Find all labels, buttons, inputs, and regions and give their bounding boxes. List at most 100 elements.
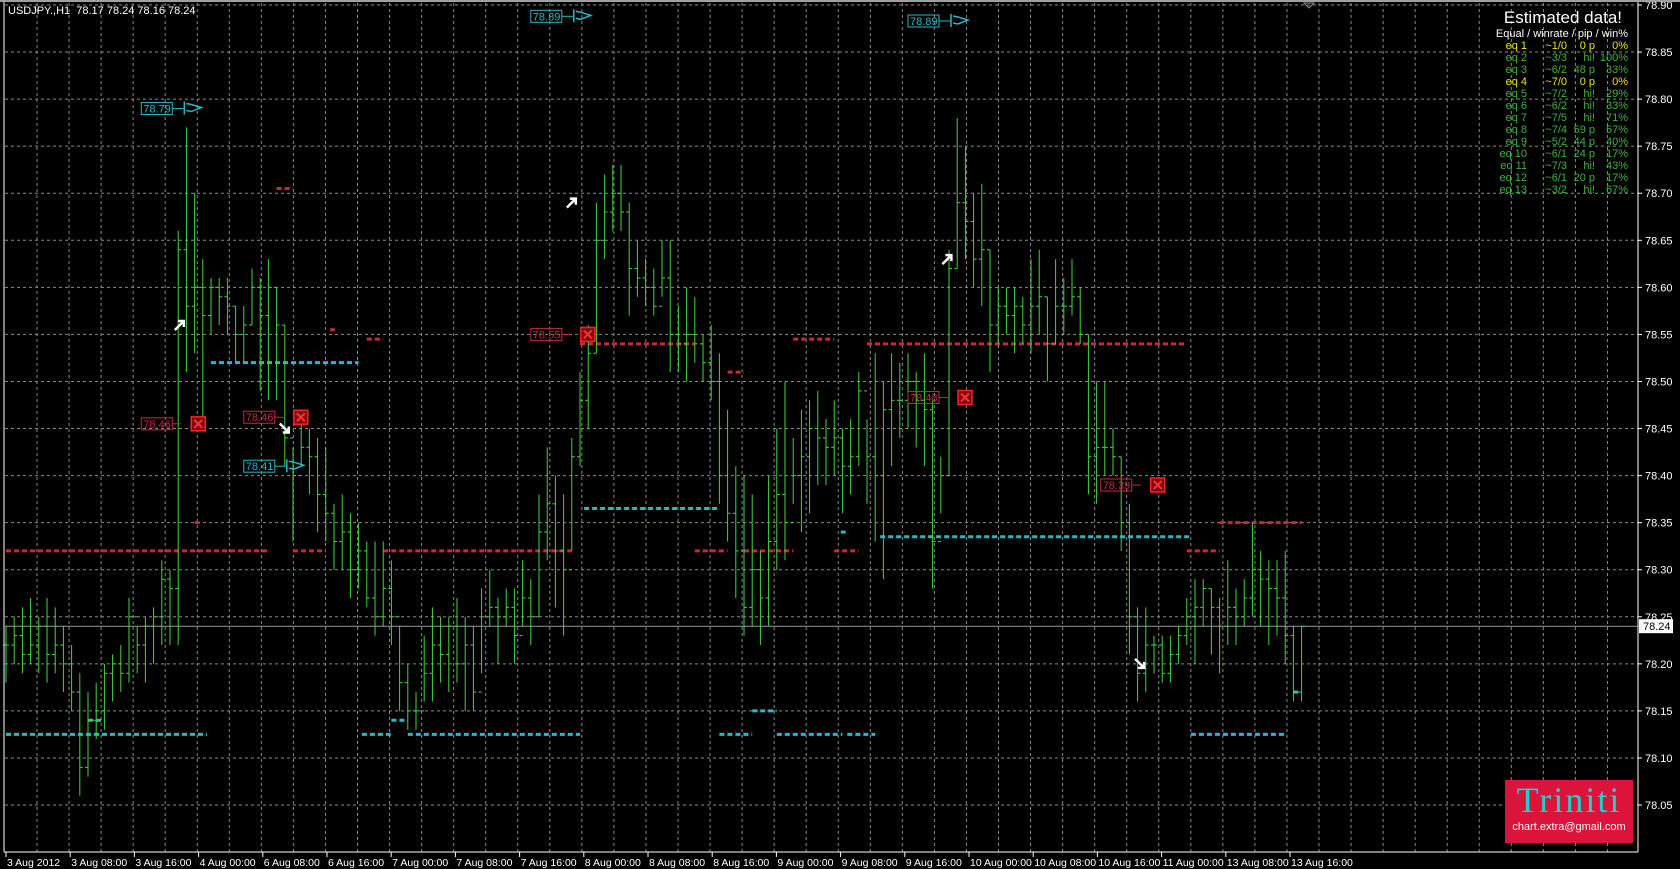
ohlc-bar <box>1183 597 1190 646</box>
price-tick-label: 78.80 <box>1645 94 1673 106</box>
time-tick-label: 10 Aug 08:00 <box>1034 857 1096 869</box>
stats-win: 57% <box>1605 124 1628 136</box>
stats-rate: ~6/1 <box>1545 148 1567 160</box>
ohlc-bar <box>60 626 67 693</box>
stats-win: 71% <box>1605 112 1628 124</box>
ohlc-bar <box>1101 381 1108 476</box>
ohlc-bar <box>839 428 846 514</box>
stats-pip: hi! <box>1583 88 1595 100</box>
ohlc-bar <box>1126 503 1133 655</box>
price-tick-label: 78.60 <box>1645 282 1673 294</box>
stats-eq: eq 6 <box>1505 100 1527 112</box>
ohlc-bar <box>1249 522 1256 617</box>
stop-label: 78.39 <box>1103 480 1131 492</box>
ohlc-bar <box>1085 333 1092 495</box>
time-tick-label: 11 Aug 00:00 <box>1163 857 1224 869</box>
stats-row: eq 3 ~6/2 48 p 33% <box>1491 64 1628 76</box>
ohlc-bar <box>495 597 501 664</box>
ohlc-bar <box>634 240 641 297</box>
time-tick-label: 9 Aug 00:00 <box>777 857 833 869</box>
ohlc-bar <box>1257 550 1264 627</box>
ohlc-bar <box>1142 607 1149 693</box>
ohlc-bar <box>117 645 124 693</box>
time-tick-label: 8 Aug 16:00 <box>713 857 769 869</box>
ohlc-bar <box>732 466 739 598</box>
ohlc-bar <box>1003 287 1010 335</box>
ohlc-bar <box>1110 428 1116 476</box>
ohlc-bar <box>380 541 387 627</box>
ohlc-bar <box>372 541 378 636</box>
ohlc-bar <box>880 381 887 580</box>
window-top-border <box>0 0 1680 2</box>
stats-rate: ~3/2 <box>1545 184 1567 196</box>
stats-row: eq 4 ~7/0 0 p 0% <box>1491 76 1628 88</box>
ohlc-bar <box>93 682 100 740</box>
stats-rate: ~7/0 <box>1545 76 1567 88</box>
ohlc-bar <box>1216 597 1223 674</box>
ohlc-bar <box>167 569 173 646</box>
stats-win: 17% <box>1605 148 1628 160</box>
ohlc-bar <box>962 146 969 260</box>
ohlc-bar <box>478 588 485 693</box>
ohlc-bar <box>1175 626 1182 664</box>
stop-label: 78.55 <box>533 329 561 341</box>
flag-label: 78.41 <box>246 461 274 473</box>
stats-eq: eq 8 <box>1505 124 1527 136</box>
stats-rate: ~7/5 <box>1545 112 1567 124</box>
ohlc-bar <box>454 597 460 683</box>
ohlc-bar <box>609 165 616 231</box>
ohlc-bar <box>675 306 682 373</box>
time-tick-label: 13 Aug 08:00 <box>1227 857 1289 869</box>
price-chart[interactable]: 78.79 78.89 78.89 78.41 78.46 78.46 78.55 78.48… <box>0 0 1680 869</box>
take-profit-flag: 78.79 <box>140 101 204 116</box>
ohlc-bar <box>527 579 534 646</box>
ohlc-bar <box>831 400 838 476</box>
stats-pip: 20 p <box>1573 172 1595 184</box>
ohlc-bar <box>601 174 608 260</box>
ohlc-bar <box>1159 635 1166 683</box>
ohlc-bar <box>847 419 854 495</box>
ohlc-bar <box>691 296 698 363</box>
stop-label: 78.46 <box>246 412 274 424</box>
ohlc-bar <box>519 560 526 637</box>
time-tick-label: 7 Aug 08:00 <box>456 857 512 869</box>
ohlc-bar <box>1224 560 1231 646</box>
symbol-ohlc-label: USDJPY.,H1 78.17 78.24 78.16 78.24 <box>8 5 196 17</box>
stop-loss-marker: 78.39 <box>1100 477 1166 493</box>
ohlc-bar <box>158 560 165 646</box>
ohlc-bar <box>134 616 141 674</box>
ohlc-bar <box>790 437 797 524</box>
logo-brand: Triniti <box>1516 780 1622 820</box>
ohlc-bar <box>626 202 633 316</box>
stats-rate: ~6/2 <box>1545 100 1567 112</box>
stats-win: 40% <box>1605 136 1628 148</box>
flag-label: 78.89 <box>910 16 938 28</box>
stats-rate: ~3/3 <box>1545 52 1567 64</box>
stats-eq: eq 4 <box>1505 76 1527 88</box>
ohlc-bar <box>708 325 715 401</box>
stats-row: eq 10 ~6/1 24 p 17% <box>1491 148 1628 160</box>
ohlc-bar <box>1200 579 1207 627</box>
ohlc-bar <box>339 494 346 570</box>
stats-pip: 48 p <box>1573 64 1595 76</box>
ohlc-bar <box>618 165 624 231</box>
stats-pip: 59 p <box>1573 124 1595 136</box>
price-axis-labels: 78.9078.8578.8078.7578.7078.6578.6078.55… <box>1638 0 1673 812</box>
stats-eq: eq 9 <box>1505 136 1527 148</box>
ohlc-bar <box>150 607 157 664</box>
time-tick-label: 9 Aug 16:00 <box>906 857 962 869</box>
stats-rate: ~6/1 <box>1545 172 1567 184</box>
ohlc-bar <box>1167 635 1174 683</box>
time-tick-label: 3 Aug 08:00 <box>71 857 127 869</box>
stats-win: 33% <box>1605 100 1628 112</box>
flag-label: 78.79 <box>143 104 171 116</box>
ohlc-bar <box>659 240 665 307</box>
stop-loss-marker: 78.48 <box>907 389 973 406</box>
price-tick-label: 78.30 <box>1645 565 1673 577</box>
stats-win: 0% <box>1612 40 1628 52</box>
stats-pip: hi! <box>1583 160 1595 172</box>
ohlc-bar <box>290 437 296 542</box>
stats-eq: eq 10 <box>1499 148 1527 160</box>
price-tick-label: 78.75 <box>1645 141 1673 153</box>
stats-row: eq 2 ~3/3 hi! 100% <box>1491 52 1628 64</box>
